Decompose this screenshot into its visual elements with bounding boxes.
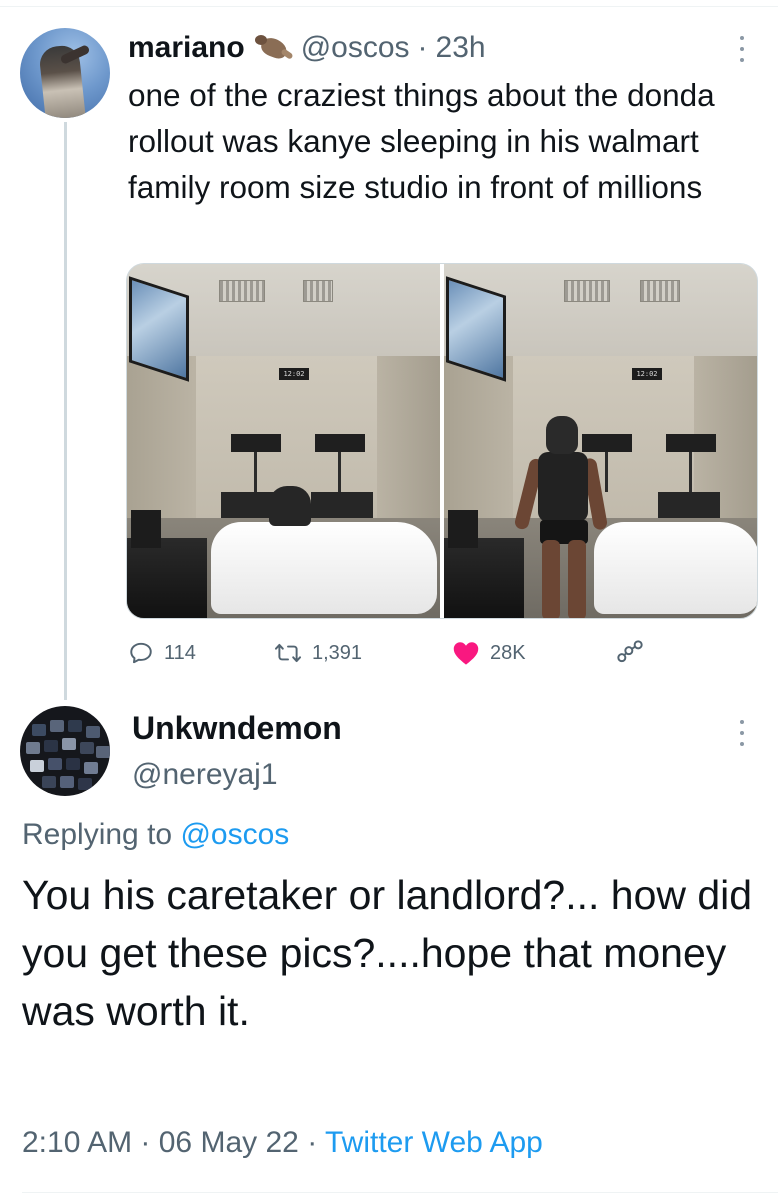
tweet-media[interactable]: 12:02 12:02: [126, 263, 758, 619]
reply-date[interactable]: 06 May 22: [159, 1126, 299, 1159]
otter-emoji-icon: [253, 31, 295, 65]
author-name[interactable]: mariano: [128, 31, 245, 65]
reply-source-link[interactable]: Twitter Web App: [325, 1126, 543, 1159]
share-icon: [617, 640, 643, 663]
reply-count: 114: [164, 641, 196, 664]
tweet-timestamp[interactable]: 23h: [436, 31, 486, 65]
replying-to: Replying to @oscos: [22, 818, 289, 852]
author-handle[interactable]: @oscos: [301, 31, 410, 65]
top-divider: [0, 6, 778, 7]
replying-to-handle-link[interactable]: @oscos: [180, 818, 289, 851]
person-standing: [513, 416, 609, 618]
wall-clock: 12:02: [632, 368, 662, 380]
tweet-actions: 114 1,391 28K: [128, 636, 768, 670]
bottom-divider: [22, 1192, 778, 1193]
wall-clock: 12:02: [279, 368, 309, 380]
thread-connector-line: [64, 122, 67, 700]
tweet-header: mariano @oscos · 23h: [128, 28, 486, 68]
retweet-count: 1,391: [312, 641, 363, 664]
retweet-button[interactable]: 1,391: [274, 636, 362, 670]
reply-button[interactable]: 114: [128, 636, 196, 670]
more-options-icon[interactable]: [738, 36, 746, 62]
reply-avatar[interactable]: [20, 706, 110, 796]
reply-text: You his caretaker or landlord?... how di…: [22, 872, 753, 1034]
person-on-bed: [269, 486, 311, 526]
separator-dot: ·: [307, 1126, 325, 1159]
like-count: 28K: [490, 641, 526, 664]
reply-icon: [130, 642, 152, 664]
media-photo[interactable]: 12:02: [444, 264, 757, 618]
avatar[interactable]: [20, 28, 110, 118]
separator-dot: ·: [417, 31, 428, 64]
share-button[interactable]: [616, 636, 644, 670]
like-button[interactable]: 28K: [452, 636, 526, 670]
replying-to-label: Replying to: [22, 818, 173, 851]
retweet-icon: [274, 643, 302, 663]
tweet-text: one of the craziest things about the don…: [128, 77, 715, 205]
separator-dot: ·: [140, 1126, 159, 1159]
reply-author-name[interactable]: Unkwndemon: [132, 710, 342, 747]
reply-time[interactable]: 2:10 AM: [22, 1126, 132, 1159]
heart-icon: [453, 642, 479, 665]
reply-author-handle[interactable]: @nereyaj1: [132, 758, 278, 792]
reply-more-options-icon[interactable]: [738, 720, 746, 746]
reply-meta: 2:10 AM · 06 May 22 · Twitter Web App: [22, 1126, 543, 1160]
media-photo[interactable]: 12:02: [127, 264, 440, 618]
